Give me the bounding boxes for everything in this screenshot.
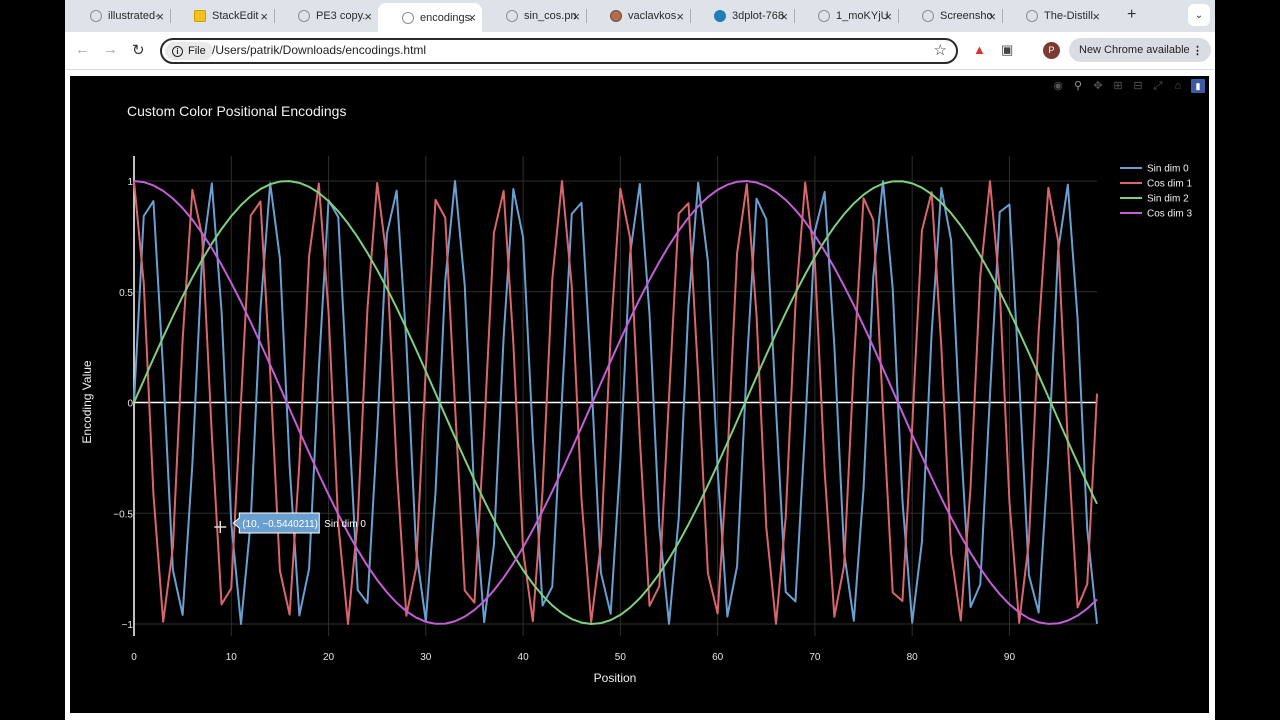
site-info-chip[interactable]: i File <box>165 42 213 60</box>
x-tick-label: 40 <box>518 652 530 663</box>
close-tab-icon[interactable]: × <box>468 10 476 25</box>
update-label: New Chrome available <box>1079 44 1190 56</box>
stackedit-icon <box>194 10 206 22</box>
legend-label: Sin dim 2 <box>1147 194 1189 205</box>
browser-window: illustrated- × StackEdit × PE3 copy. × encodin… <box>65 0 1215 720</box>
y-tick-label: −0.5 <box>113 509 133 520</box>
tab-3[interactable]: encodings. × <box>378 3 482 32</box>
address-bar[interactable]: i File /Users/patrik/Downloads/encodings… <box>160 38 958 64</box>
profile-icon <box>610 10 622 22</box>
shield-extension-icon[interactable]: ▲ <box>973 42 986 57</box>
x-tick-labels: 0 10 20 30 40 50 60 70 80 90 <box>131 652 1015 663</box>
globe-icon <box>1026 10 1038 22</box>
chart-svg: Custom Color Positional Encodings 0 10 20 3… <box>80 103 1192 685</box>
menu-dots-icon[interactable]: ⋮ <box>1192 44 1203 57</box>
close-tab-icon[interactable]: × <box>1092 9 1100 24</box>
x-tick-label: 60 <box>712 652 724 663</box>
url-text[interactable]: /Users/patrik/Downloads/encodings.html <box>212 43 426 57</box>
x-tick-label: 0 <box>131 652 137 663</box>
tab-search-button[interactable]: ⌄ <box>1188 4 1210 26</box>
close-tab-icon[interactable]: × <box>884 9 892 24</box>
tab-separator <box>170 9 171 23</box>
chrome-update-button[interactable]: New Chrome available ⋮ <box>1069 38 1211 62</box>
page-content: ◉ ⚲ ✥ ⊞ ⊟ ⤢ ⌂ ▮ Custom Color Positional … <box>65 70 1215 720</box>
hover-value: (10, −0.5440211) <box>242 519 318 530</box>
legend-label: Sin dim 0 <box>1147 164 1189 175</box>
globe-icon <box>818 10 830 22</box>
y-tick-label: 0.5 <box>119 288 133 299</box>
new-tab-button[interactable]: + <box>1127 6 1136 24</box>
globe-icon <box>922 10 934 22</box>
tab-8[interactable]: Screensho × <box>898 4 1002 28</box>
x-tick-label: 90 <box>1004 652 1016 663</box>
tab-separator <box>274 9 275 23</box>
globe-icon <box>506 10 518 22</box>
y-tick-label: 1 <box>127 177 133 188</box>
close-tab-icon[interactable]: × <box>988 9 996 24</box>
legend: Sin dim 0 Cos dim 1 Sin dim 2 Cos dim 3 <box>1120 164 1192 220</box>
y-tick-label: −1 <box>122 620 134 631</box>
x-tick-label: 20 <box>323 652 335 663</box>
close-tab-icon[interactable]: × <box>260 9 268 24</box>
tab-7[interactable]: 1_moKYjU × <box>794 4 898 28</box>
x-axis-label: Position <box>594 671 637 685</box>
tab-strip: illustrated- × StackEdit × PE3 copy. × encodin… <box>65 0 1215 32</box>
globe-icon <box>298 10 310 22</box>
forward-button[interactable]: → <box>103 41 118 58</box>
plotly-figure[interactable]: ◉ ⚲ ✥ ⊞ ⊟ ⤢ ⌂ ▮ Custom Color Positional … <box>70 76 1209 713</box>
y-tick-label: 0 <box>127 399 133 410</box>
profile-avatar[interactable]: P <box>1043 42 1060 59</box>
close-tab-icon[interactable]: × <box>676 9 684 24</box>
tab-separator <box>898 9 899 23</box>
tab-separator <box>794 9 795 23</box>
close-tab-icon[interactable]: × <box>572 9 580 24</box>
close-tab-icon[interactable]: × <box>364 9 372 24</box>
tab-separator <box>586 9 587 23</box>
tab-0[interactable]: illustrated- × <box>66 4 170 28</box>
tab-separator <box>1002 9 1003 23</box>
globe-icon <box>402 11 414 24</box>
wordpress-icon <box>714 10 726 22</box>
tab-1[interactable]: StackEdit × <box>170 4 274 28</box>
tab-6[interactable]: 3dplot-768 × <box>690 4 794 28</box>
tab-2[interactable]: PE3 copy. × <box>274 4 378 28</box>
site-info-label: File <box>188 45 206 57</box>
tab-5[interactable]: vaclavkos × <box>586 4 690 28</box>
extensions-puzzle-icon[interactable]: ▣ <box>1001 42 1013 58</box>
tab-separator <box>690 9 691 23</box>
legend-label: Cos dim 3 <box>1147 209 1192 220</box>
globe-icon <box>90 10 102 22</box>
browser-toolbar: ← → ↻ i File /Users/patrik/Downloads/enc… <box>65 32 1215 70</box>
chart-title: Custom Color Positional Encodings <box>127 103 346 119</box>
x-tick-label: 70 <box>809 652 821 663</box>
reload-button[interactable]: ↻ <box>132 41 145 59</box>
x-tick-label: 80 <box>907 652 919 663</box>
hover-series-name: Sin dim 0 <box>324 519 366 530</box>
tab-4[interactable]: sin_cos.pn × <box>482 4 586 28</box>
close-tab-icon[interactable]: × <box>156 9 164 24</box>
hover-tooltip: (10, −0.5440211) Sin dim 0 <box>214 512 366 534</box>
x-tick-label: 10 <box>226 652 238 663</box>
x-tick-label: 50 <box>615 652 627 663</box>
y-axis-label: Encoding Value <box>80 360 94 444</box>
info-icon: i <box>172 45 183 57</box>
legend-label: Cos dim 1 <box>1147 179 1192 190</box>
close-tab-icon[interactable]: × <box>780 9 788 24</box>
back-button[interactable]: ← <box>75 41 90 58</box>
bookmark-star-icon[interactable]: ☆ <box>934 41 947 59</box>
x-tick-label: 30 <box>420 652 432 663</box>
tab-9[interactable]: The-Distill × <box>1002 4 1106 28</box>
y-tick-labels: 1 0.5 0 −0.5 −1 <box>113 177 133 631</box>
